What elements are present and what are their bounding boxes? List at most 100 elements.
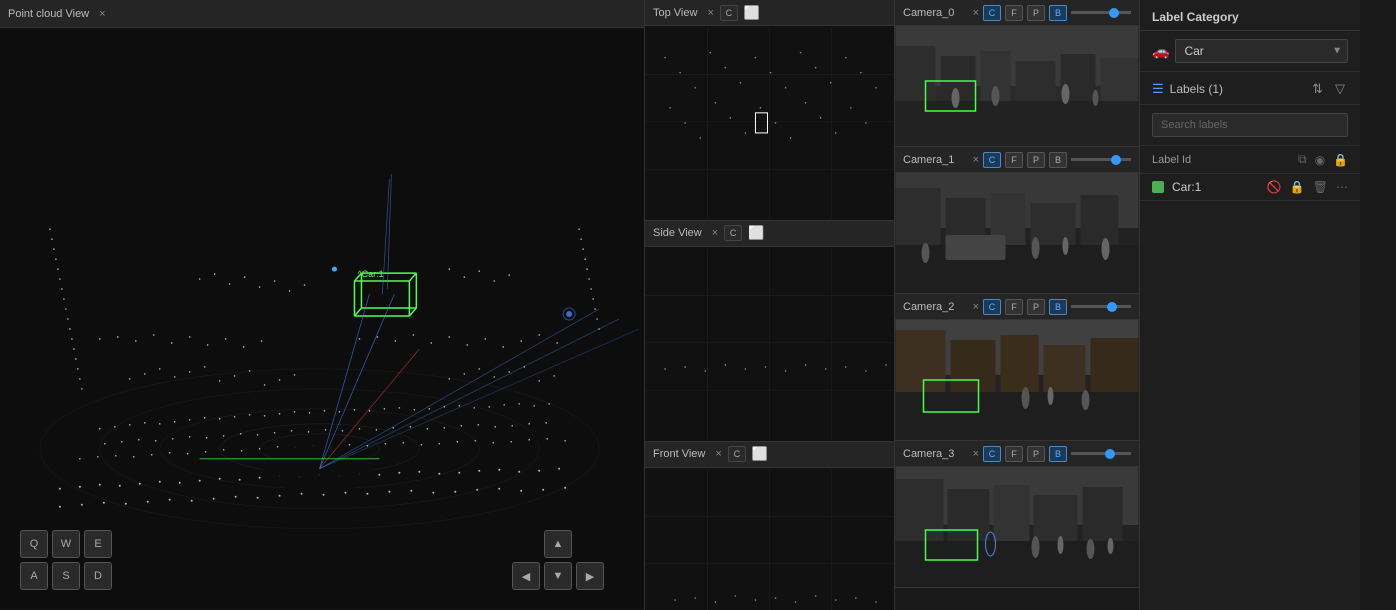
camera-0-btn-c[interactable]: C	[983, 5, 1001, 21]
camera-3-title: Camera_3	[903, 448, 954, 460]
label-name-car1: Car:1	[1172, 180, 1259, 194]
side-view-titlebar: Side View × C ⬜	[645, 221, 894, 247]
key-d[interactable]: D	[84, 562, 112, 590]
label-eye-icon[interactable]: ◉	[1315, 153, 1325, 167]
front-view-content[interactable]	[645, 468, 894, 610]
label-category-row: 🚗 Car Pedestrian Cyclist Truck ▼	[1140, 31, 1360, 72]
camera-0-slider[interactable]	[1071, 11, 1131, 14]
camera-1-btn-c[interactable]: C	[983, 152, 1001, 168]
key-up[interactable]: ▲	[544, 530, 572, 558]
camera-1-btn-f[interactable]: F	[1005, 152, 1023, 168]
side-view-maximize[interactable]: ⬜	[748, 225, 764, 241]
key-a[interactable]: A	[20, 562, 48, 590]
camera-0-titlebar: Camera_0 × C F P B	[895, 0, 1139, 26]
top-view-titlebar: Top View × C ⬜	[645, 0, 894, 26]
camera-2-close[interactable]: ×	[973, 301, 979, 313]
key-left[interactable]: ◀	[512, 562, 540, 590]
label-category-header: Label Category	[1140, 0, 1360, 31]
camera-0-close[interactable]: ×	[973, 7, 979, 19]
labels-header-row: ☰ Labels (1) ⇅ ▽	[1140, 72, 1360, 105]
camera-2-titlebar: Camera_2 × C F P B	[895, 294, 1139, 320]
camera-3-panel: Camera_3 × C F P B	[895, 441, 1139, 588]
front-view-maximize[interactable]: ⬜	[752, 446, 768, 462]
key-w[interactable]: W	[52, 530, 80, 558]
side-view-panel: Side View × C ⬜	[645, 221, 894, 442]
camera-2-btn-p[interactable]: P	[1027, 299, 1045, 315]
camera-3-btn-c[interactable]: C	[983, 446, 1001, 462]
label-delete-icon[interactable]: 🗑	[1313, 180, 1328, 194]
point-cloud-canvas[interactable]: ^Car:1	[0, 28, 644, 610]
nav-row-asd: A S D	[20, 562, 112, 590]
arrow-row-up: ▲	[544, 530, 572, 558]
svg-text:^Car:1: ^Car:1	[357, 269, 383, 279]
labels-title-text: Labels (1)	[1170, 82, 1303, 96]
camera-1-title: Camera_1	[903, 154, 954, 166]
nav-keys: Q W E A S D	[20, 530, 112, 590]
point-cloud-panel: Point cloud View ×	[0, 0, 645, 610]
camera-2-title: Camera_2	[903, 301, 954, 313]
camera-3-slider[interactable]	[1071, 452, 1131, 455]
camera-3-btn-p[interactable]: P	[1027, 446, 1045, 462]
camera-1-btn-b[interactable]: B	[1049, 152, 1067, 168]
camera-0-panel: Camera_0 × C F P B	[895, 0, 1139, 147]
camera-0-btn-f[interactable]: F	[1005, 5, 1023, 21]
top-view-cam-btn[interactable]: C	[720, 5, 738, 21]
arrow-row-mid: ◀ ▼ ▶	[512, 562, 604, 590]
arrow-keys: ▲ ◀ ▼ ▶	[512, 530, 604, 590]
camera-1-slider[interactable]	[1071, 158, 1131, 161]
label-more-icon[interactable]: ⋯	[1336, 180, 1348, 194]
point-cloud-svg: ^Car:1	[0, 28, 644, 610]
top-view-content[interactable]	[645, 26, 894, 220]
side-view-close[interactable]: ×	[712, 227, 718, 239]
camera-1-btn-p[interactable]: P	[1027, 152, 1045, 168]
camera-2-btn-c[interactable]: C	[983, 299, 1001, 315]
label-id-title-text: Label Id	[1152, 154, 1290, 166]
front-view-close[interactable]: ×	[715, 448, 721, 460]
label-hide-icon[interactable]: 🚫	[1267, 180, 1282, 194]
cameras-column: Camera_0 × C F P B	[895, 0, 1140, 610]
camera-3-close[interactable]: ×	[973, 448, 979, 460]
labels-list-icon: ☰	[1152, 81, 1164, 97]
camera-2-slider[interactable]	[1071, 305, 1131, 308]
side-view-cam-btn[interactable]: C	[724, 225, 742, 241]
camera-1-titlebar: Camera_1 × C F P B	[895, 147, 1139, 173]
key-q[interactable]: Q	[20, 530, 48, 558]
key-down[interactable]: ▼	[544, 562, 572, 590]
category-select-wrapper: Car Pedestrian Cyclist Truck ▼	[1175, 39, 1348, 63]
camera-2-btn-b[interactable]: B	[1049, 299, 1067, 315]
top-view-maximize[interactable]: ⬜	[744, 5, 760, 21]
label-copy-icon[interactable]: ⧉	[1298, 152, 1307, 167]
camera-0-title: Camera_0	[903, 7, 954, 19]
point-cloud-titlebar: Point cloud View ×	[0, 0, 644, 28]
side-view-content[interactable]	[645, 247, 894, 441]
key-s[interactable]: S	[52, 562, 80, 590]
camera-2-btn-f[interactable]: F	[1005, 299, 1023, 315]
category-select[interactable]: Car Pedestrian Cyclist Truck	[1175, 39, 1348, 63]
sort-icon[interactable]: ⇅	[1309, 80, 1326, 98]
camera-2-image	[895, 320, 1139, 440]
camera-1-close[interactable]: ×	[973, 154, 979, 166]
top-view-close[interactable]: ×	[707, 7, 713, 19]
point-cloud-title: Point cloud View	[8, 8, 89, 20]
key-right[interactable]: ▶	[576, 562, 604, 590]
camera-0-image	[895, 26, 1139, 146]
camera-0-btn-b[interactable]: B	[1049, 5, 1067, 21]
front-view-title: Front View	[653, 448, 705, 460]
camera-0-btn-p[interactable]: P	[1027, 5, 1045, 21]
label-panel: Label Category 🚗 Car Pedestrian Cyclist …	[1140, 0, 1360, 610]
side-view-title: Side View	[653, 227, 702, 239]
search-labels-input[interactable]	[1152, 113, 1348, 137]
filter-icon[interactable]: ▽	[1332, 80, 1348, 98]
views-column: Top View × C ⬜	[645, 0, 895, 610]
point-cloud-close[interactable]: ×	[99, 8, 105, 20]
camera-3-btn-f[interactable]: F	[1005, 446, 1023, 462]
label-lock-icon[interactable]: 🔒	[1333, 153, 1348, 167]
camera-2-panel: Camera_2 × C F P B	[895, 294, 1139, 441]
camera-3-image	[895, 467, 1139, 587]
front-view-cam-btn[interactable]: C	[728, 446, 746, 462]
label-row-car1: Car:1 🚫 🔒 🗑 ⋯	[1140, 174, 1360, 201]
camera-3-btn-b[interactable]: B	[1049, 446, 1067, 462]
key-e[interactable]: E	[84, 530, 112, 558]
camera-1-image	[895, 173, 1139, 293]
label-lock-item-icon[interactable]: 🔒	[1290, 180, 1305, 194]
